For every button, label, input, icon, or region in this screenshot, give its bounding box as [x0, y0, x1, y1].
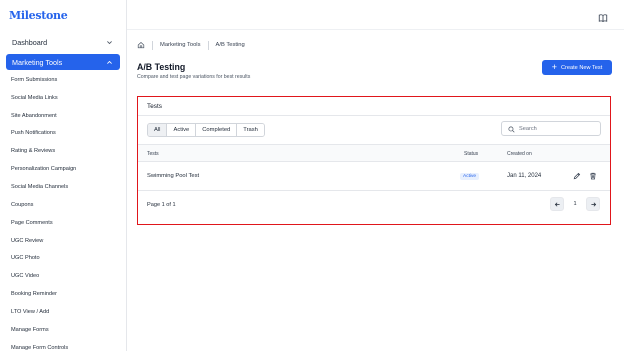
pagination-text: Page 1 of 1 — [147, 202, 176, 208]
sidebar-item-lto-view-add[interactable]: LTO View / Add — [0, 303, 126, 321]
sidebar-item-page-comments[interactable]: Page Comments — [0, 214, 126, 232]
card-divider — [138, 115, 610, 116]
chevron-up-icon — [105, 58, 113, 66]
column-header-created-on: Created on — [507, 151, 532, 157]
trash-icon[interactable] — [588, 171, 598, 181]
table-header: Tests Status Created on — [138, 144, 610, 162]
page-subtitle: Compare and test page variations for bes… — [137, 74, 251, 80]
breadcrumb-separator — [152, 40, 153, 50]
tab-all[interactable]: All — [148, 124, 168, 136]
search-box[interactable] — [501, 121, 601, 136]
edit-icon[interactable] — [572, 171, 582, 181]
sidebar-item-social-media-channels[interactable]: Social Media Channels — [0, 178, 126, 196]
sidebar-item-label: Marketing Tools — [12, 57, 63, 67]
sidebar-item-personalization-campaign[interactable]: Personalization Campaign — [0, 160, 126, 178]
sidebar-item-booking-reminder[interactable]: Booking Reminder — [0, 285, 126, 303]
next-page-button[interactable] — [586, 197, 600, 211]
sidebar-item-form-submissions[interactable]: Form Submissions — [0, 71, 126, 89]
sidebar-item-ugc-review[interactable]: UGC Review — [0, 232, 126, 250]
table-row[interactable]: Swimming Pool Test Active Jan 11, 2024 — [138, 162, 610, 191]
breadcrumb-marketing-tools[interactable]: Marketing Tools — [160, 42, 201, 48]
tests-card: Tests All Active Completed Trash Tests S… — [137, 96, 611, 225]
card-title: Tests — [147, 103, 162, 110]
sidebar-item-social-media-links[interactable]: Social Media Links — [0, 89, 126, 107]
test-name[interactable]: Swimming Pool Test — [147, 173, 199, 179]
tab-completed[interactable]: Completed — [196, 124, 238, 136]
column-header-status: Status — [464, 151, 479, 157]
arrow-right-icon — [590, 195, 597, 213]
sidebar-item-manage-form-controls[interactable]: Manage Form Controls — [0, 339, 126, 351]
sidebar-item-ugc-photo[interactable]: UGC Photo — [0, 249, 126, 267]
home-icon[interactable] — [137, 41, 145, 49]
filter-tabs: All Active Completed Trash — [147, 123, 265, 137]
page-number[interactable]: 1 — [569, 197, 581, 211]
arrow-left-icon — [554, 195, 561, 213]
marketing-tools-submenu: Form Submissions Social Media Links Site… — [0, 71, 126, 351]
sidebar-item-push-notifications[interactable]: Push Notifications — [0, 125, 126, 143]
header-divider — [127, 29, 624, 30]
sidebar: Milestone Dashboard Marketing Tools Form… — [0, 0, 127, 351]
sidebar-item-coupons[interactable]: Coupons — [0, 196, 126, 214]
tab-trash[interactable]: Trash — [237, 124, 264, 136]
chevron-down-icon — [105, 39, 113, 47]
plus-icon: + — [551, 61, 557, 72]
column-header-tests: Tests — [147, 151, 159, 157]
tab-active[interactable]: Active — [167, 124, 197, 136]
sidebar-item-manage-forms[interactable]: Manage Forms — [0, 321, 126, 339]
breadcrumb-separator — [207, 40, 209, 50]
book-icon[interactable] — [598, 10, 608, 23]
search-icon — [508, 120, 515, 138]
logo: Milestone — [9, 9, 68, 22]
sidebar-item-rating-reviews[interactable]: Rating & Reviews — [0, 142, 126, 160]
breadcrumb-current: A/B Testing — [215, 42, 245, 48]
page-title: A/B Testing — [137, 62, 186, 72]
sidebar-item-marketing-tools[interactable]: Marketing Tools — [6, 54, 120, 70]
breadcrumb: Marketing Tools A/B Testing — [137, 40, 245, 50]
sidebar-item-ugc-video[interactable]: UGC Video — [0, 267, 126, 285]
status-badge: Active — [460, 173, 480, 180]
sidebar-item-label: Dashboard — [12, 38, 48, 47]
search-input[interactable] — [519, 125, 594, 132]
sidebar-item-dashboard[interactable]: Dashboard — [6, 34, 120, 51]
created-on-date: Jan 11, 2024 — [507, 173, 542, 179]
prev-page-button[interactable] — [550, 197, 564, 211]
sidebar-item-site-abandonment[interactable]: Site Abandonment — [0, 107, 126, 125]
create-new-test-button[interactable]: + Create New Test — [542, 60, 612, 75]
create-button-label: Create New Test — [561, 64, 603, 71]
